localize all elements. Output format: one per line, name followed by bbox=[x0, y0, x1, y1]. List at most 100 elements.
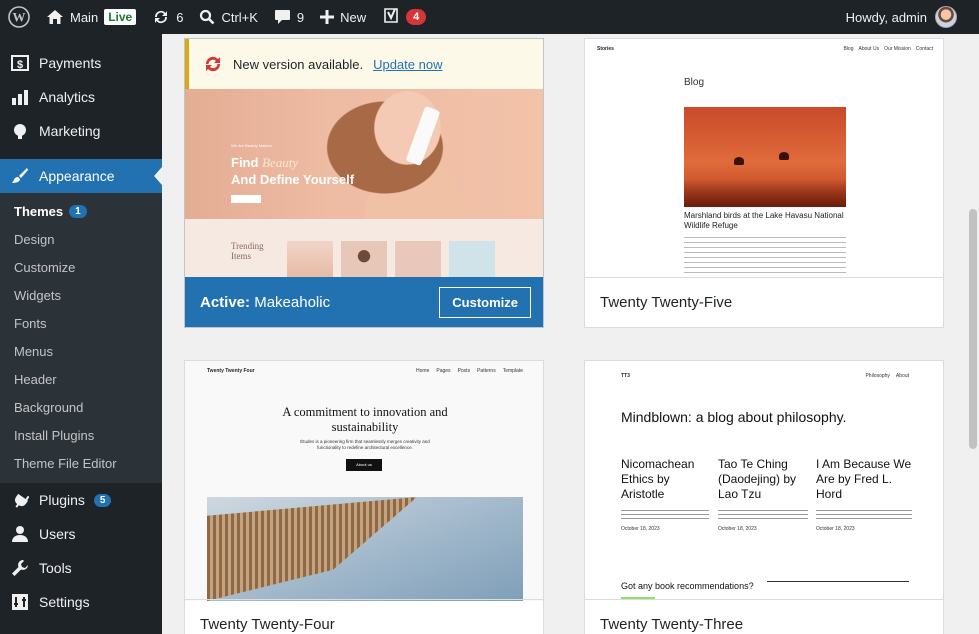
page-scrollbar[interactable] bbox=[966, 34, 979, 634]
new-content-link[interactable]: New bbox=[312, 0, 374, 34]
hero-banner: We Are Beauty Makers Find Beauty And Def… bbox=[185, 89, 543, 219]
notice-text: New version available. bbox=[233, 56, 364, 72]
scrollbar-thumb[interactable] bbox=[969, 209, 977, 449]
menu-marketing[interactable]: Marketing bbox=[0, 114, 162, 148]
menu-label: Appearance bbox=[39, 168, 115, 184]
theme-card-twenty-twenty-five[interactable]: Stories Blog About Us Our Mission Contac… bbox=[584, 38, 944, 328]
admin-sidebar: $ Payments Analytics Marketing Appearanc… bbox=[0, 34, 162, 634]
menu-label: Analytics bbox=[39, 89, 96, 105]
submenu-install-plugins[interactable]: Install Plugins bbox=[0, 421, 162, 449]
admin-bar: W Main Live 6 Ctrl+K 9 New 4 Howdy, admi… bbox=[0, 0, 979, 34]
post-excerpt bbox=[816, 510, 912, 520]
tt4-architecture-image bbox=[207, 497, 523, 601]
theme-name: Twenty Twenty-Five bbox=[600, 294, 733, 311]
post-title: I Am Because We Are by Fred L. Hord bbox=[816, 457, 912, 501]
submenu-theme-file-editor[interactable]: Theme File Editor bbox=[0, 449, 162, 477]
customize-button[interactable]: Customize bbox=[439, 286, 531, 318]
submenu-widgets[interactable]: Widgets bbox=[0, 281, 162, 309]
nav-item: Blog bbox=[843, 46, 854, 52]
submenu-fonts[interactable]: Fonts bbox=[0, 309, 162, 337]
menu-plugins[interactable]: Plugins 5 bbox=[0, 483, 162, 517]
search-icon bbox=[200, 9, 215, 25]
account-menu[interactable]: Howdy, admin bbox=[846, 6, 979, 28]
post-excerpt bbox=[621, 510, 709, 520]
menu-tools[interactable]: Tools bbox=[0, 551, 162, 585]
submenu-header[interactable]: Header bbox=[0, 365, 162, 393]
menu-label: Marketing bbox=[39, 123, 101, 139]
updates-icon bbox=[155, 10, 168, 24]
post-date: October 18, 2023 bbox=[621, 526, 660, 532]
nav-item: Philosophy bbox=[865, 373, 890, 379]
reeds bbox=[684, 179, 846, 207]
nav-item: About Us bbox=[858, 46, 880, 52]
tt5-nav: Blog About Us Our Mission Contact bbox=[843, 46, 933, 52]
tt3-site-title: TT3 bbox=[621, 373, 630, 379]
howdy-text: Howdy, admin bbox=[845, 9, 927, 25]
product-thumb bbox=[449, 241, 495, 279]
menu-analytics[interactable]: Analytics bbox=[0, 80, 162, 114]
plus-icon bbox=[320, 10, 335, 24]
active-theme-footer: Active: Makeaholic Customize bbox=[185, 277, 543, 327]
tt3-post: I Am Because We Are by Fred L. Hord Octo… bbox=[816, 457, 912, 532]
active-prefix: Active: bbox=[200, 293, 251, 311]
update-refresh-icon bbox=[205, 56, 221, 72]
svg-text:W: W bbox=[13, 10, 26, 25]
tt4-nav: Home Pages Posts Patterns Template bbox=[416, 368, 523, 374]
bird-silhouette bbox=[779, 152, 789, 160]
post-title: Nicomachean Ethics by Aristotle bbox=[621, 457, 695, 501]
user-icon bbox=[10, 524, 30, 544]
update-now-link[interactable]: Update now bbox=[373, 57, 442, 72]
tt3-divider bbox=[767, 581, 909, 582]
theme-card-twenty-twenty-three[interactable]: TT3 Philosophy About Mindblown: a blog a… bbox=[584, 360, 944, 634]
wrench-icon bbox=[10, 558, 30, 578]
menu-appearance[interactable]: Appearance bbox=[0, 159, 162, 193]
updates-link[interactable]: 6 bbox=[144, 0, 191, 34]
submenu-themes[interactable]: Themes 1 bbox=[0, 197, 162, 225]
post-date: October 18, 2023 bbox=[816, 526, 855, 532]
submenu-customize[interactable]: Customize bbox=[0, 253, 162, 281]
tt3-nav: Philosophy About bbox=[865, 373, 909, 379]
yoast-notification-count: 4 bbox=[406, 9, 427, 25]
menu-settings[interactable]: Settings bbox=[0, 585, 162, 619]
tt5-site-title: Stories bbox=[597, 46, 614, 52]
comments-link[interactable]: 9 bbox=[266, 0, 312, 34]
nav-item: Home bbox=[416, 368, 430, 374]
hero-small-heading: We Are Beauty Makers bbox=[231, 143, 272, 148]
tt5-body-lines bbox=[684, 237, 846, 277]
submenu-background[interactable]: Background bbox=[0, 393, 162, 421]
settings-sliders-icon bbox=[10, 592, 30, 612]
menu-payments[interactable]: $ Payments bbox=[0, 46, 162, 80]
command-search[interactable]: Ctrl+K bbox=[191, 0, 265, 34]
update-notice: New version available. Update now bbox=[185, 39, 543, 89]
theme-card-twenty-twenty-four[interactable]: Twenty Twenty Four Home Pages Posts Patt… bbox=[184, 360, 544, 634]
site-home-link[interactable]: Main Live bbox=[38, 0, 144, 34]
tt3-question: Got any book recommendations? bbox=[621, 581, 754, 591]
makeaholic-preview: We Are Beauty Makers Find Beauty And Def… bbox=[185, 89, 543, 279]
search-shortcut: Ctrl+K bbox=[221, 9, 258, 25]
tt4-headline: A commitment to innovation and sustainab… bbox=[282, 405, 448, 434]
theme-card-makeaholic[interactable]: New version available. Update now We Are… bbox=[184, 38, 544, 328]
tt3-preview: TT3 Philosophy About Mindblown: a blog a… bbox=[585, 361, 943, 601]
bird-silhouette bbox=[734, 157, 744, 165]
tt3-headline: Mindblown: a blog about philosophy. bbox=[621, 409, 847, 425]
yoast-icon bbox=[384, 8, 398, 23]
nav-item: Pages bbox=[436, 368, 451, 374]
yoast-seo-link[interactable]: 4 bbox=[374, 0, 434, 34]
submenu-label: Themes bbox=[14, 203, 64, 219]
svg-text:$: $ bbox=[17, 59, 23, 71]
submenu-menus[interactable]: Menus bbox=[0, 337, 162, 365]
comment-icon bbox=[274, 10, 290, 24]
tt5-blog-heading: Blog bbox=[684, 77, 705, 88]
submenu-design[interactable]: Design bbox=[0, 225, 162, 253]
live-badge: Live bbox=[104, 9, 137, 25]
menu-label: Settings bbox=[39, 594, 90, 610]
new-label: New bbox=[340, 9, 367, 25]
tt3-post: Tao Te Ching (Daodejing) by Lao Tzu Octo… bbox=[718, 457, 808, 532]
menu-users[interactable]: Users bbox=[0, 517, 162, 551]
tt4-about-button: About us bbox=[346, 459, 382, 471]
theme-footer: Twenty Twenty-Three bbox=[585, 599, 943, 634]
plug-icon bbox=[10, 490, 30, 510]
active-theme-label: Active: Makeaholic bbox=[200, 294, 330, 311]
wordpress-logo-icon[interactable]: W bbox=[0, 0, 38, 34]
post-excerpt bbox=[718, 510, 808, 520]
